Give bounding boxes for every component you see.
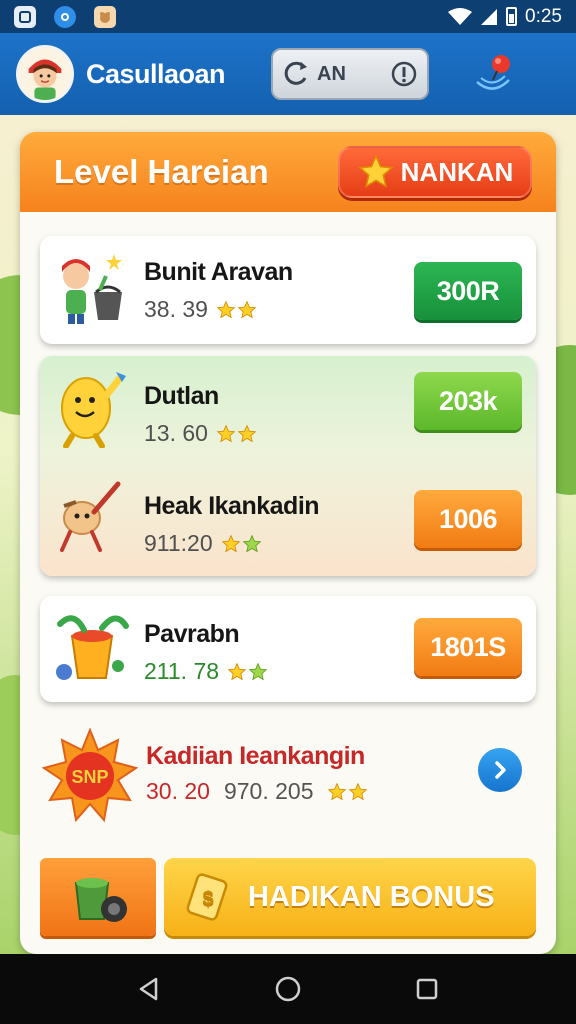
app-title: Casullaoan [86, 58, 226, 89]
star-icon [237, 300, 257, 318]
chevron-right-button[interactable] [478, 748, 522, 792]
star-rating [327, 782, 368, 802]
special-task-row[interactable]: SNP Kadiian Ieankangin 30. 20 970. 205 [40, 720, 536, 830]
recents-button[interactable] [411, 973, 443, 1005]
task-row[interactable]: Heak Ikankadin 911:20 1006 [40, 466, 536, 576]
special-task-title: Kadiian Ieankangin [146, 742, 365, 770]
reward-button[interactable]: 1006 [414, 490, 522, 548]
task-title: Dutlan [144, 382, 219, 410]
bonus-button-label: HADIKAN BONUS [248, 880, 495, 913]
chevron-right-icon [495, 761, 506, 779]
bottom-action-bar: $ HADIKAN BONUS [40, 858, 536, 936]
notification-pin-icon[interactable] [471, 52, 515, 96]
sale-badge-text: SNP [71, 767, 108, 787]
svg-text:$: $ [202, 888, 213, 910]
app-notification-icon [14, 5, 36, 28]
star-icon [349, 782, 368, 800]
status-bar: 0:25 [0, 0, 576, 33]
special-task-meta: 30. 20 970. 205 [146, 778, 368, 805]
task-meta-value: 211. 78 [144, 658, 220, 684]
refresh-icon [284, 61, 308, 85]
yellow-character-icon [61, 372, 126, 448]
task-card[interactable]: Bunit Aravan 38. 39 300R [40, 236, 536, 344]
task-meta: 38. 39 [144, 296, 257, 323]
special-meta-sub: 970. 205 [223, 778, 314, 804]
rank-button[interactable]: NANKAN [338, 146, 532, 198]
task-title: Heak Ikankadin [144, 492, 320, 520]
wifi-icon [448, 7, 473, 25]
star-icon [248, 662, 268, 680]
star-rating [221, 534, 262, 554]
daily-level-panel: Level Hareian NANKAN Bunit Aravan 38. 39… [20, 132, 556, 954]
coupon-icon: $ [186, 873, 228, 921]
home-icon [275, 976, 301, 1002]
bucket-icon [74, 878, 127, 922]
star-icon [216, 424, 236, 442]
pencil-character-icon [60, 481, 121, 552]
task-card[interactable]: Pavrabn 211. 78 1801S [40, 596, 536, 702]
star-icon [357, 154, 394, 188]
home-button[interactable] [272, 973, 304, 1005]
system-nav-bar [0, 954, 576, 1024]
star-icon [227, 662, 247, 680]
task-row[interactable]: Bunit Aravan 38. 39 300R [40, 236, 536, 346]
bucket-button[interactable] [40, 858, 156, 936]
star-rating [227, 662, 268, 682]
recents-icon [416, 978, 437, 1000]
task-title: Bunit Aravan [144, 258, 293, 286]
task-meta: 211. 78 [144, 658, 268, 685]
task-title: Pavrabn [144, 620, 240, 648]
back-icon [140, 977, 158, 1001]
task-card-highlighted[interactable]: Dutlan 13. 60 203k Heak Ikankadin 911:20 [40, 356, 536, 576]
girl-with-bucket-icon [62, 254, 122, 324]
task-meta: 13. 60 [144, 420, 257, 447]
sale-badge-icon: SNP [42, 728, 138, 823]
task-meta-value: 911:20 [144, 530, 213, 556]
task-meta: 911:20 [144, 530, 262, 557]
panel-title: Level Hareian [54, 153, 269, 190]
signal-icon [481, 8, 498, 25]
special-meta-value: 30. 20 [146, 778, 210, 804]
header-pill-label: AN [317, 62, 346, 85]
star-icon [328, 782, 347, 800]
app-notification-icon [94, 5, 116, 28]
rank-button-label: NANKAN [400, 156, 514, 187]
app-notification-icon [54, 5, 76, 28]
reward-button[interactable]: 300R [414, 262, 522, 320]
task-row[interactable]: Pavrabn 211. 78 1801S [40, 596, 536, 706]
status-time: 0:25 [525, 5, 562, 27]
back-button[interactable] [133, 973, 165, 1005]
avatar[interactable] [16, 45, 74, 103]
header-currency-pill[interactable]: AN [271, 48, 430, 100]
reward-button[interactable]: 1801S [414, 618, 522, 676]
reward-button[interactable]: 203k [414, 372, 522, 430]
panel-header: Level Hareian NANKAN [20, 132, 556, 212]
star-rating [216, 300, 257, 320]
task-meta-value: 38. 39 [144, 296, 208, 322]
star-icon [216, 300, 236, 318]
task-row[interactable]: Dutlan 13. 60 203k [40, 356, 536, 466]
info-icon[interactable] [391, 61, 417, 87]
star-icon [237, 424, 257, 442]
star-rating [216, 424, 257, 444]
hadikan-bonus-button[interactable]: $ HADIKAN BONUS [164, 858, 536, 936]
paint-bucket-icon [56, 615, 129, 680]
task-meta-value: 13. 60 [144, 420, 208, 446]
star-icon [242, 534, 261, 552]
battery-icon [506, 7, 518, 26]
star-icon [221, 534, 240, 552]
app-header: Casullaoan AN [0, 33, 576, 115]
